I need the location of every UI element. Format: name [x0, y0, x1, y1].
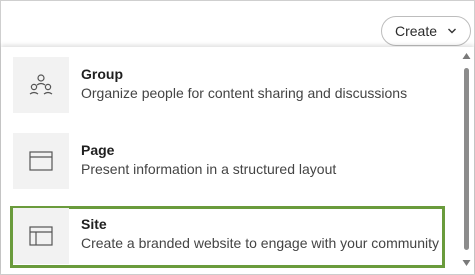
menu-item-title: Group: [81, 66, 123, 82]
menu-item-text: Site Create a branded website to engage …: [81, 215, 439, 253]
menu-item-page[interactable]: Page Present information in a structured…: [10, 133, 445, 191]
menu-item-title: Site: [81, 216, 107, 232]
scrollbar-thumb[interactable]: [464, 68, 469, 250]
header-bar: Create: [1, 1, 474, 47]
page-layout-icon: [29, 151, 53, 171]
vertical-scrollbar[interactable]: [459, 47, 474, 274]
site-layout-icon: [29, 226, 53, 246]
create-dropdown-window: Create Group Organize people for content…: [0, 0, 475, 275]
create-menu-panel: Group Organize people for content sharin…: [1, 47, 474, 274]
menu-item-title: Page: [81, 142, 115, 158]
chevron-down-icon: [448, 28, 457, 34]
menu-item-site[interactable]: Site Create a branded website to engage …: [10, 206, 445, 268]
menu-item-description: Present information in a structured layo…: [81, 161, 337, 177]
menu-item-description: Organize people for content sharing and …: [81, 85, 408, 101]
site-icon-tile: [13, 208, 69, 264]
menu-item-description: Create a branded website to engage with …: [81, 235, 439, 251]
scroll-down-arrow-icon[interactable]: [462, 259, 471, 267]
create-button-label: Create: [394, 23, 438, 39]
group-icon-tile: [13, 57, 69, 113]
scroll-up-arrow-icon[interactable]: [462, 52, 471, 60]
menu-item-group[interactable]: Group Organize people for content sharin…: [10, 57, 445, 115]
group-icon: [29, 74, 53, 95]
menu-item-text: Page Present information in a structured…: [81, 141, 336, 179]
create-button[interactable]: Create: [381, 16, 471, 46]
menu-item-text: Group Organize people for content sharin…: [81, 65, 407, 103]
page-icon-tile: [13, 133, 69, 189]
